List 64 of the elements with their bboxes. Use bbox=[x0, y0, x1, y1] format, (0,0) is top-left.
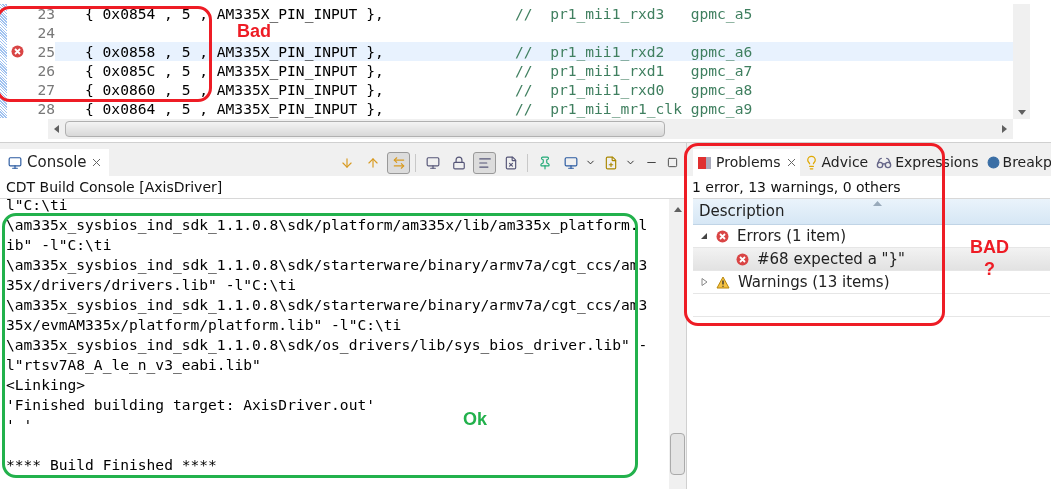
scroll-down-arrow-icon[interactable] bbox=[1017, 110, 1026, 115]
console-output-line: l"rtsv7A8_A_le_n_v3_eabi.lib" bbox=[6, 355, 261, 376]
panel-tab[interactable]: Breakp bbox=[982, 149, 1051, 176]
word-wrap-button[interactable] bbox=[473, 151, 496, 174]
collapsed-arrow-icon[interactable] bbox=[701, 278, 708, 286]
problems-summary: 1 error, 13 warnings, 0 others bbox=[692, 177, 901, 197]
console-title: CDT Build Console [AxisDriver] bbox=[6, 177, 223, 197]
column-header[interactable]: Description bbox=[693, 199, 1050, 225]
console-output-line: 'Finished building target: AxisDriver.out' bbox=[6, 395, 376, 416]
vertical-scrollbar[interactable] bbox=[1013, 4, 1030, 119]
console-output-line: ' ' bbox=[6, 415, 33, 436]
error-icon bbox=[736, 252, 749, 266]
vertical-scrollbar[interactable] bbox=[669, 199, 686, 489]
panel-tab[interactable]: Problems bbox=[693, 149, 800, 176]
dot-icon bbox=[986, 156, 1000, 169]
code-comment: // pr1_mii1_rxd1 gpmc_a7 bbox=[515, 61, 753, 82]
scroll-down-icon bbox=[339, 155, 354, 170]
annotation-label: Ok bbox=[463, 408, 487, 431]
tree-label: Errors (1 item) bbox=[737, 225, 847, 247]
scroll-left-arrow-icon[interactable] bbox=[54, 125, 59, 133]
console-output-line: \am335x_sysbios_ind_sdk_1.1.0.8\sdk/os_drivers/lib/sys_bios_driver.lib" - bbox=[6, 335, 648, 356]
display-console-icon bbox=[563, 155, 578, 170]
scroll-up-icon bbox=[365, 155, 380, 170]
console-output-line: <Linking> bbox=[6, 375, 86, 396]
code-comment: // pr1_mii1_rxd2 gpmc_a6 bbox=[515, 41, 753, 63]
clear-console-icon bbox=[503, 155, 518, 170]
panel-tab[interactable]: Advice bbox=[799, 149, 873, 176]
error-marker-icon bbox=[10, 45, 24, 58]
scroll-lock-button[interactable] bbox=[387, 151, 410, 174]
code-text: { 0x0864 , 5 , AM335X_PIN_INPUT }, bbox=[85, 99, 385, 119]
code-comment: // pr1_mii1_rxd3 gpmc_a5 bbox=[515, 3, 753, 25]
console-tab[interactable]: Console bbox=[0, 149, 109, 176]
scroll-right-arrow-icon[interactable] bbox=[1002, 125, 1007, 133]
new-console-icon bbox=[603, 155, 618, 170]
code-text: { 0x0858 , 5 , AM335X_PIN_INPUT }, bbox=[85, 41, 385, 63]
maximize-icon[interactable] bbox=[667, 157, 678, 168]
console-icon bbox=[8, 155, 22, 170]
scrollbar-thumb[interactable] bbox=[670, 433, 685, 475]
horizontal-scrollbar[interactable] bbox=[48, 119, 1013, 139]
console-output-line: l"C:\ti bbox=[6, 199, 68, 216]
warning-icon bbox=[716, 275, 730, 289]
console-output-line: ib" -l"C:\ti bbox=[6, 235, 112, 256]
sort-arrow-icon bbox=[873, 201, 882, 206]
close-icon[interactable] bbox=[91, 158, 101, 167]
code-comment: // pr1_mii1_rxd0 gpmc_a8 bbox=[515, 80, 753, 101]
scroll-lock-icon bbox=[391, 155, 406, 170]
pin-icon bbox=[537, 155, 552, 170]
word-wrap-icon bbox=[477, 155, 492, 170]
console-output-line: 35x/evmAM335x/platform/platform.lib" -l"C:\ti bbox=[6, 315, 402, 336]
console-icon bbox=[425, 155, 440, 170]
tree-label: Warnings (13 items) bbox=[738, 271, 890, 293]
close-icon[interactable] bbox=[786, 158, 796, 167]
scrollbar-thumb[interactable] bbox=[65, 121, 665, 137]
code-text: { 0x085C , 5 , AM335X_PIN_INPUT }, bbox=[85, 61, 385, 82]
expanded-arrow-icon[interactable] bbox=[701, 232, 708, 240]
code-comment: // pr1_mii_mr1_clk gpmc_a9 bbox=[515, 99, 753, 119]
code-text: { 0x0860 , 5 , AM335X_PIN_INPUT }, bbox=[85, 80, 385, 101]
console-output-line: 35x/drivers/drivers.lib" -l"C:\ti bbox=[6, 275, 296, 296]
tree-label: #68 expected a "}" bbox=[757, 248, 905, 270]
lock-icon bbox=[451, 155, 466, 170]
annotation-label: Bad bbox=[237, 21, 271, 43]
error-icon bbox=[716, 229, 729, 243]
console-output-line: **** Build Finished **** bbox=[6, 455, 217, 476]
scroll-up-arrow-icon[interactable] bbox=[673, 207, 682, 212]
